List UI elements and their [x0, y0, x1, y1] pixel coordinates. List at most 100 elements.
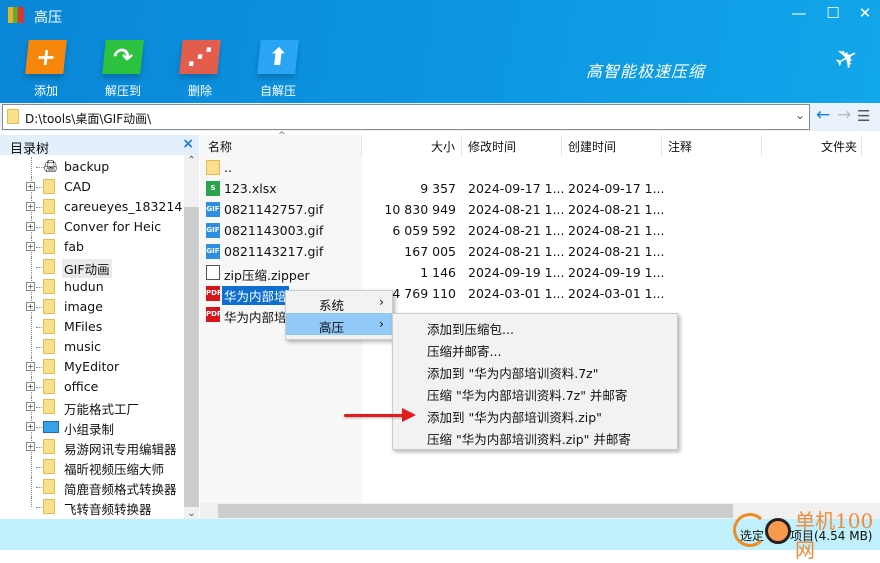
self-extract-button[interactable]: ⬆ 自解压 [248, 40, 308, 99]
back-arrow-icon[interactable]: ← [816, 105, 830, 125]
tree-item[interactable]: 🖨 backup [0, 157, 184, 177]
folder-icon [43, 239, 55, 254]
file-row[interactable]: S 123.xlsx 9 357 2024-09-17 1... 2024-09-17 … [200, 178, 880, 199]
scroll-up-icon[interactable]: ⌃ [184, 155, 199, 166]
close-button[interactable]: ✕ [850, 4, 880, 22]
file-modified: 2024-09-19 1... [468, 265, 565, 280]
path-input[interactable]: D:\tools\桌面\GIF动画\ ⌄ [2, 104, 810, 130]
tree-item[interactable]: 福昕视频压缩大师 [0, 457, 184, 477]
file-row[interactable]: GIF 0821143217.gif 167 005 2024-08-21 1... 2… [200, 241, 880, 262]
submenu-item[interactable]: 添加到压缩包... [393, 315, 677, 337]
extract-to-button[interactable]: ↷ 解压到 [93, 40, 153, 99]
list-scroll-thumb[interactable] [218, 504, 733, 518]
folder-icon [43, 499, 55, 514]
tree-title: 目录树 [10, 142, 50, 157]
submenu-item[interactable]: 压缩 "华为内部培训资料.zip" 并邮寄 [393, 425, 677, 447]
window-title: 高压 [34, 10, 62, 26]
upload-arrow-icon: ⬆ [257, 40, 299, 74]
column-folder[interactable]: 文件夹 [762, 135, 862, 156]
expand-icon[interactable]: + [26, 222, 35, 231]
submenu-item[interactable]: 添加到 "华为内部培训资料.zip" [393, 403, 677, 425]
tree-item-label: MyEditor [64, 359, 120, 374]
expand-icon[interactable]: + [26, 382, 35, 391]
expand-icon[interactable]: + [26, 362, 35, 371]
tree-item[interactable]: 飞转音频转换器 [0, 497, 184, 517]
menu-item-gaoya[interactable]: 高压 › [286, 313, 392, 335]
submenu-item[interactable]: 压缩 "华为内部培训资料.7z" 并邮寄 [393, 381, 677, 403]
menu-label: 高压 [319, 320, 345, 335]
submenu-item[interactable]: 添加到 "华为内部培训资料.7z" [393, 359, 677, 381]
file-row[interactable]: .. [200, 157, 880, 178]
folder-icon [43, 319, 55, 334]
file-size: 1 146 [420, 265, 456, 280]
file-row[interactable]: GIF 0821143003.gif 6 059 592 2024-08-21 1..… [200, 220, 880, 241]
tree-item[interactable]: + Conver for Heic [0, 217, 184, 237]
file-name: 0821143217.gif [224, 244, 324, 259]
scroll-down-icon[interactable]: ⌄ [184, 508, 199, 519]
expand-icon[interactable]: + [26, 422, 35, 431]
expand-icon[interactable]: + [26, 302, 35, 311]
tree-item-label: 简鹿音频格式转换器 [64, 482, 177, 497]
maximize-button[interactable]: ☐ [818, 4, 848, 22]
expand-icon[interactable]: + [26, 202, 35, 211]
column-comment[interactable]: 注释 [662, 135, 762, 156]
tree-item[interactable]: + fab [0, 237, 184, 257]
red-arrow-annotation [344, 414, 406, 417]
minimize-button[interactable]: — [784, 4, 814, 22]
view-list-icon[interactable]: ☰ [857, 107, 870, 125]
tree-item[interactable]: + hudun [0, 277, 184, 297]
tree-item[interactable]: music [0, 337, 184, 357]
file-modified: 2024-08-21 1... [468, 244, 565, 259]
file-created: 2024-09-19 1... [568, 265, 665, 280]
tree-item[interactable]: + 小组录制 [0, 417, 184, 437]
tree-item[interactable]: + 易游网讯专用编辑器 [0, 437, 184, 457]
tree-scrollbar[interactable]: ⌃ ⌄ [184, 155, 199, 519]
delete-button[interactable]: ⋰ 删除 [170, 40, 230, 99]
expand-icon[interactable]: + [26, 242, 35, 251]
tree-item[interactable]: GIF动画 [0, 257, 184, 278]
close-tree-icon[interactable]: × [182, 136, 194, 152]
submenu-item[interactable]: 压缩并邮寄... [393, 337, 677, 359]
tree-item-label: 易游网讯专用编辑器 [64, 442, 177, 457]
expand-icon[interactable]: + [26, 402, 35, 411]
tree-scroll-thumb[interactable] [184, 207, 199, 507]
chevron-down-icon[interactable]: ⌄ [795, 108, 805, 122]
column-size[interactable]: 大小 [362, 135, 462, 156]
title-toolbar-area: 高压 — ☐ ✕ + 添加 ↷ 解压到 ⋰ 删除 ⬆ 自解压 高智能极速压缩 ✈ [0, 0, 880, 103]
tree-item-label: 万能格式工厂 [64, 402, 140, 417]
file-row[interactable]: GIF 0821142757.gif 10 830 949 2024-08-21 1.… [200, 199, 880, 220]
forward-arrow-icon[interactable]: → [837, 105, 851, 125]
tree-item[interactable]: + MyEditor [0, 357, 184, 377]
column-modified[interactable]: 修改时间 [462, 135, 562, 156]
tree-item[interactable]: 简鹿音频格式转换器 [0, 477, 184, 497]
file-size: 10 830 949 [384, 202, 456, 217]
tree-item-label: careueyes_183214 [64, 199, 183, 214]
column-created[interactable]: 创建时间 [562, 135, 662, 156]
expand-icon[interactable]: + [26, 182, 35, 191]
expand-icon[interactable]: + [26, 442, 35, 451]
app-logo-icon [8, 7, 24, 23]
folder-icon [43, 479, 55, 494]
list-hscrollbar[interactable] [200, 503, 880, 519]
file-name: 123.xlsx [224, 181, 277, 196]
expand-icon[interactable]: + [26, 282, 35, 291]
folder-icon [43, 299, 55, 314]
tree-item[interactable]: + image [0, 297, 184, 317]
add-button[interactable]: + 添加 [16, 40, 76, 99]
tree-item[interactable]: + careueyes_183214 [0, 197, 184, 217]
tree-item[interactable]: + office [0, 377, 184, 397]
folder-icon [206, 160, 220, 175]
extract-label: 解压到 [104, 84, 141, 98]
gif-icon: GIF [206, 223, 220, 238]
self-extract-label: 自解压 [259, 84, 296, 98]
tree-item[interactable]: + CAD [0, 177, 184, 197]
tree-item-label: 小组录制 [64, 422, 115, 437]
file-row[interactable]: zip压缩.zipper 1 146 2024-09-19 1... 2024-09-… [200, 262, 880, 283]
add-label: 添加 [33, 84, 58, 98]
tree-item[interactable]: MFiles [0, 317, 184, 337]
tree-item[interactable]: + 万能格式工厂 [0, 397, 184, 417]
menu-item-system[interactable]: 系统 › [286, 291, 392, 313]
sort-asc-icon: ^ [278, 131, 286, 141]
file-created: 2024-03-01 1... [568, 286, 665, 301]
watermark-logo [733, 513, 767, 547]
